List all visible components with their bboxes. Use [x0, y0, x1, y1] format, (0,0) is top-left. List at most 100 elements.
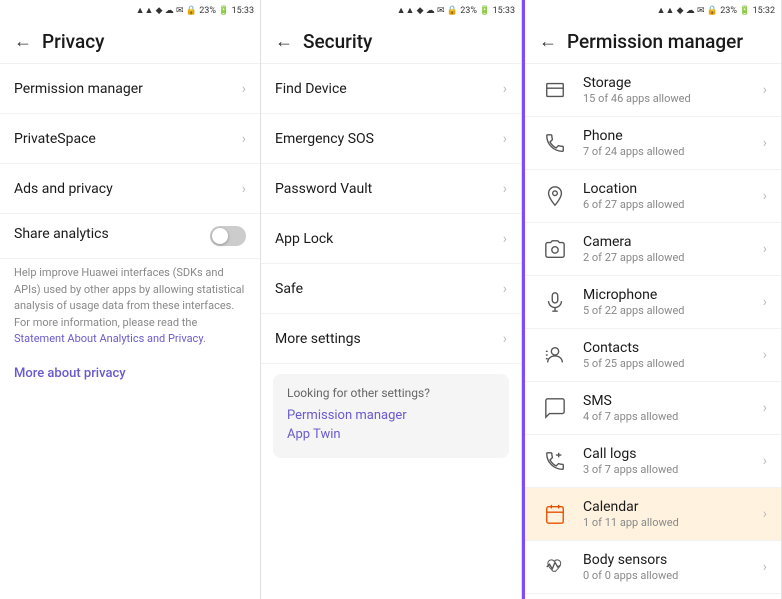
permission-manager-item[interactable]: Permission manager › [0, 64, 260, 114]
status-icons-permission: ▲▲ ◆ ☁ ✉ 🔒 23% 🔋 15:32 [657, 5, 775, 16]
privacy-panel: ▲▲ ◆ ☁ ✉ 🔒 23% 🔋 15:33 ← Privacy Permiss… [0, 0, 261, 599]
emergency-sos-label: Emergency SOS [275, 131, 503, 147]
sms-chevron: › [763, 400, 767, 416]
call-logs-sub: 3 of 7 apps allowed [583, 463, 763, 476]
toggle-knob [212, 228, 228, 244]
microphone-icon [539, 286, 571, 318]
share-analytics-label: Share analytics [14, 226, 210, 242]
phone-sub: 7 of 24 apps allowed [583, 145, 763, 158]
more-about-privacy-link[interactable]: More about privacy [0, 356, 260, 391]
password-vault-item[interactable]: Password Vault › [261, 164, 521, 214]
call-logs-permission-item[interactable]: Call logs 3 of 7 apps allowed › [525, 435, 781, 488]
camera-chevron: › [763, 241, 767, 257]
phone-name: Phone [583, 128, 763, 144]
sms-icon [539, 392, 571, 424]
private-space-label: PrivateSpace [14, 131, 242, 147]
privacy-back-button[interactable]: ← [14, 31, 32, 52]
sms-name: SMS [583, 393, 763, 409]
security-panel: ▲▲ ◆ ☁ ✉ 🔒 23% 🔋 15:33 ← Security Find D… [261, 0, 522, 599]
more-settings-item[interactable]: More settings › [261, 314, 521, 364]
more-settings-label: More settings [275, 331, 503, 347]
suggestion-box: Looking for other settings? Permission m… [273, 374, 509, 458]
app-lock-chevron: › [503, 231, 507, 247]
permission-manager-title: Permission manager [567, 30, 743, 53]
camera-name: Camera [583, 234, 763, 250]
body-sensors-icon [539, 551, 571, 583]
storage-name: Storage [583, 75, 763, 91]
find-device-chevron: › [503, 81, 507, 97]
calendar-name: Calendar [583, 499, 763, 515]
location-icon [539, 180, 571, 212]
security-header: ← Security [261, 20, 521, 64]
status-bar-privacy: ▲▲ ◆ ☁ ✉ 🔒 23% 🔋 15:33 [0, 0, 260, 20]
emergency-sos-item[interactable]: Emergency SOS › [261, 114, 521, 164]
password-vault-chevron: › [503, 181, 507, 197]
sms-permission-item[interactable]: SMS 4 of 7 apps allowed › [525, 382, 781, 435]
contacts-permission-item[interactable]: Contacts 5 of 25 apps allowed › [525, 329, 781, 382]
location-sub: 6 of 27 apps allowed [583, 198, 763, 211]
body-sensors-permission-item[interactable]: Body sensors 0 of 0 apps allowed › [525, 541, 781, 594]
phone-chevron: › [763, 135, 767, 151]
privacy-header: ← Privacy [0, 20, 260, 64]
phone-permission-item[interactable]: Phone 7 of 24 apps allowed › [525, 117, 781, 170]
contacts-chevron: › [763, 347, 767, 363]
sms-sub: 4 of 7 apps allowed [583, 410, 763, 423]
body-sensors-chevron: › [763, 559, 767, 575]
status-bar-security: ▲▲ ◆ ☁ ✉ 🔒 23% 🔋 15:33 [261, 0, 521, 20]
storage-permission-item[interactable]: Storage 15 of 46 apps allowed › [525, 64, 781, 117]
storage-icon [539, 74, 571, 106]
storage-chevron: › [763, 82, 767, 98]
safe-chevron: › [503, 281, 507, 297]
camera-sub: 2 of 27 apps allowed [583, 251, 763, 264]
phone-icon [539, 127, 571, 159]
safe-item[interactable]: Safe › [261, 264, 521, 314]
microphone-name: Microphone [583, 287, 763, 303]
permission-manager-header: ← Permission manager [525, 20, 781, 64]
calendar-sub: 1 of 11 app allowed [583, 516, 763, 529]
calendar-permission-item[interactable]: Calendar 1 of 11 app allowed › [525, 488, 781, 541]
permission-manager-back-button[interactable]: ← [539, 31, 557, 52]
microphone-chevron: › [763, 294, 767, 310]
safe-label: Safe [275, 281, 503, 297]
permission-manager-panel: ▲▲ ◆ ☁ ✉ 🔒 23% 🔋 15:32 ← Permission mana… [522, 0, 782, 599]
more-settings-chevron: › [503, 331, 507, 347]
permission-manager-label: Permission manager [14, 81, 242, 97]
camera-permission-item[interactable]: Camera 2 of 27 apps allowed › [525, 223, 781, 276]
status-icons-privacy: ▲▲ ◆ ☁ ✉ 🔒 23% 🔋 15:33 [136, 5, 254, 16]
calendar-icon [539, 498, 571, 530]
private-space-item[interactable]: PrivateSpace › [0, 114, 260, 164]
suggestion-title: Looking for other settings? [287, 386, 495, 400]
find-device-item[interactable]: Find Device › [261, 64, 521, 114]
security-back-button[interactable]: ← [275, 31, 293, 52]
ads-privacy-chevron: › [242, 181, 246, 197]
contacts-sub: 5 of 25 apps allowed [583, 357, 763, 370]
private-space-chevron: › [242, 131, 246, 147]
status-bar-permission: ▲▲ ◆ ☁ ✉ 🔒 23% 🔋 15:32 [525, 0, 781, 20]
statement-link[interactable]: Statement About Analytics and Privacy [14, 332, 203, 345]
microphone-sub: 5 of 22 apps allowed [583, 304, 763, 317]
body-sensors-name: Body sensors [583, 552, 763, 568]
app-lock-label: App Lock [275, 231, 503, 247]
location-permission-item[interactable]: Location 6 of 27 apps allowed › [525, 170, 781, 223]
share-analytics-toggle[interactable] [210, 226, 246, 246]
suggestion-permission-manager-link[interactable]: Permission manager [287, 408, 495, 423]
status-icons-security: ▲▲ ◆ ☁ ✉ 🔒 23% 🔋 15:33 [397, 5, 515, 16]
emergency-sos-chevron: › [503, 131, 507, 147]
ads-privacy-item[interactable]: Ads and privacy › [0, 164, 260, 214]
find-device-label: Find Device [275, 81, 503, 97]
body-sensors-sub: 0 of 0 apps allowed [583, 569, 763, 582]
privacy-title: Privacy [42, 30, 104, 53]
calendar-chevron: › [763, 506, 767, 522]
share-analytics-row: Share analytics [0, 214, 260, 259]
call-logs-icon [539, 445, 571, 477]
password-vault-label: Password Vault [275, 181, 503, 197]
microphone-permission-item[interactable]: Microphone 5 of 22 apps allowed › [525, 276, 781, 329]
security-title: Security [303, 30, 372, 53]
contacts-icon [539, 339, 571, 371]
storage-sub: 15 of 46 apps allowed [583, 92, 763, 105]
call-logs-chevron: › [763, 453, 767, 469]
suggestion-app-twin-link[interactable]: App Twin [287, 427, 495, 442]
contacts-name: Contacts [583, 340, 763, 356]
app-lock-item[interactable]: App Lock › [261, 214, 521, 264]
location-name: Location [583, 181, 763, 197]
